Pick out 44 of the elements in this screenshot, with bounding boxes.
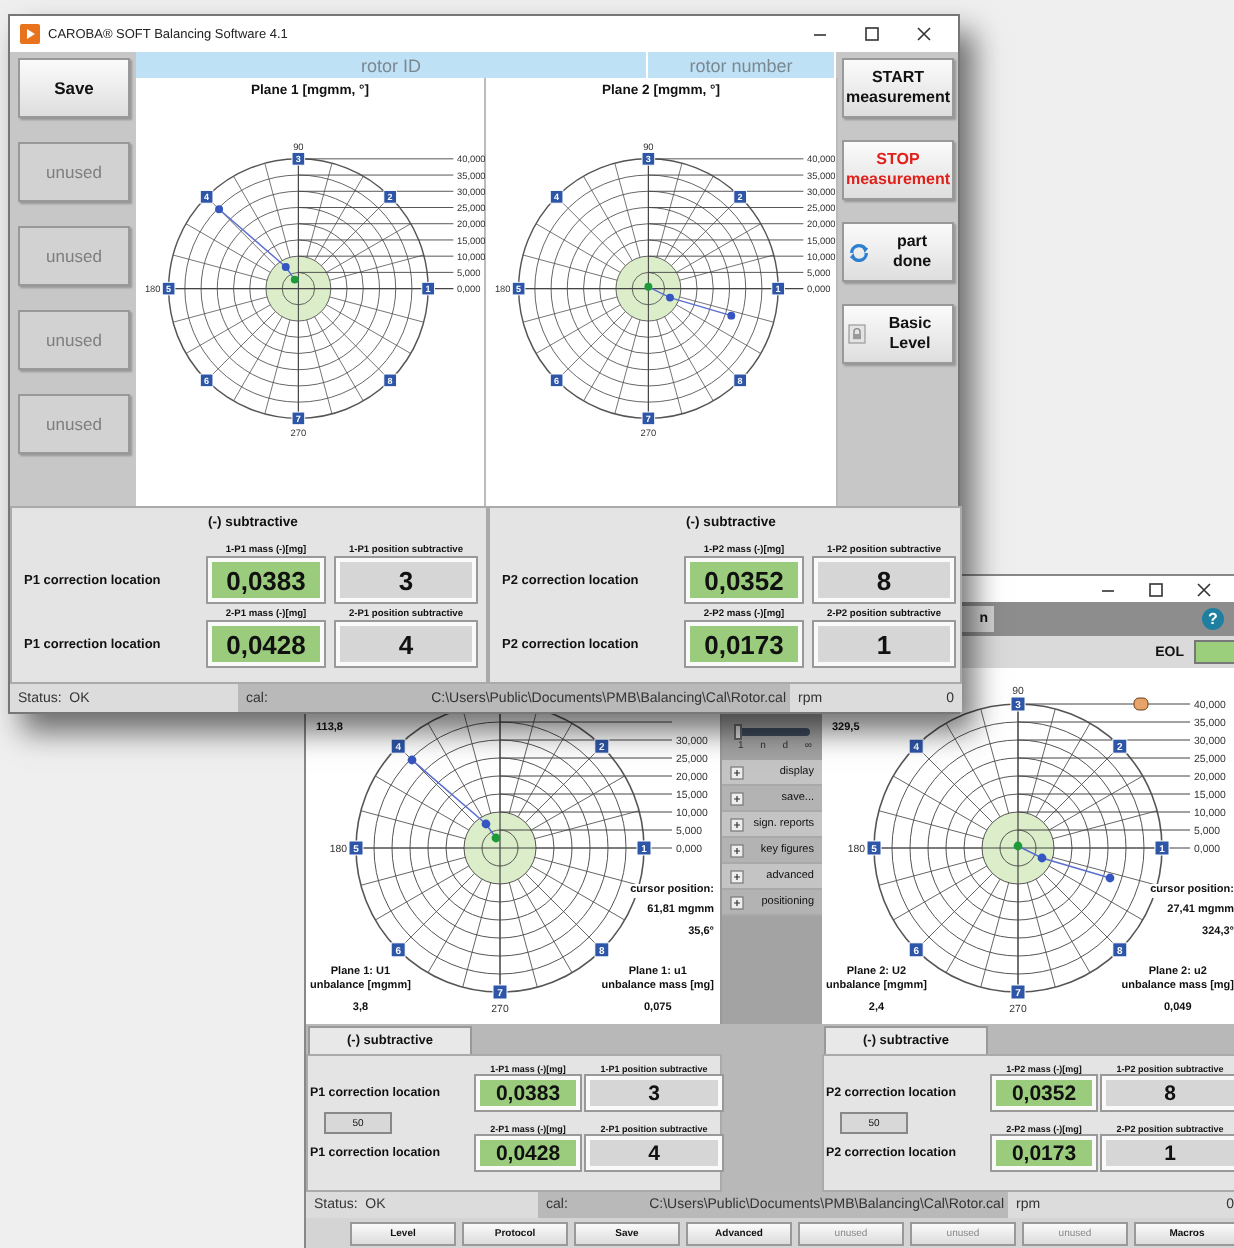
maximize-icon[interactable] xyxy=(864,26,880,42)
expand-icon xyxy=(730,843,744,857)
mass-value: 0,0383 xyxy=(208,558,324,602)
rotor-number-field[interactable]: rotor number xyxy=(648,52,836,78)
maximize-icon[interactable] xyxy=(1148,581,1164,597)
status-indicator xyxy=(1194,640,1234,664)
expand-icon xyxy=(730,791,744,805)
refresh-icon xyxy=(848,241,870,263)
mass-value: 0,0428 xyxy=(476,1136,580,1170)
expand-icon xyxy=(730,869,744,883)
action-button[interactable]: STOP measurement xyxy=(842,140,954,200)
lock-icon xyxy=(848,324,866,344)
unbalance-vector xyxy=(407,755,501,843)
action-button[interactable]: part done xyxy=(842,222,954,282)
close-icon[interactable] xyxy=(916,26,932,42)
mass-value: 0,0352 xyxy=(686,558,802,602)
position-value: 3 xyxy=(586,1076,722,1110)
expand-icon xyxy=(730,895,744,909)
position-value: 1 xyxy=(814,622,954,666)
mass-value: 0,0173 xyxy=(686,622,802,666)
rotor-id-field[interactable]: rotor ID xyxy=(136,52,648,78)
mass-value: 0,0383 xyxy=(476,1076,580,1110)
position-value: 8 xyxy=(1102,1076,1234,1110)
unbalance-vector xyxy=(1013,841,1115,883)
help-button[interactable]: ? xyxy=(1202,608,1224,630)
expand-icon xyxy=(730,765,744,779)
unbalance-vector xyxy=(215,205,299,284)
expand-icon xyxy=(730,817,744,831)
close-icon[interactable] xyxy=(1196,581,1212,597)
side-button[interactable]: Save xyxy=(18,58,130,118)
action-button[interactable]: START measurement xyxy=(842,58,954,118)
position-value: 3 xyxy=(336,558,476,602)
position-value: 8 xyxy=(814,558,954,602)
slider-thumb[interactable] xyxy=(734,724,742,740)
mass-value: 0,0352 xyxy=(992,1076,1096,1110)
position-value: 1 xyxy=(1102,1136,1234,1170)
unbalance-vector xyxy=(644,282,736,320)
action-button[interactable]: Basic Level xyxy=(842,304,954,364)
position-value: 4 xyxy=(336,622,476,666)
position-value: 4 xyxy=(586,1136,722,1170)
mass-value: 0,0173 xyxy=(992,1136,1096,1170)
app-logo-icon xyxy=(20,24,40,44)
slider[interactable] xyxy=(738,728,810,736)
mass-value: 0,0428 xyxy=(208,622,324,666)
